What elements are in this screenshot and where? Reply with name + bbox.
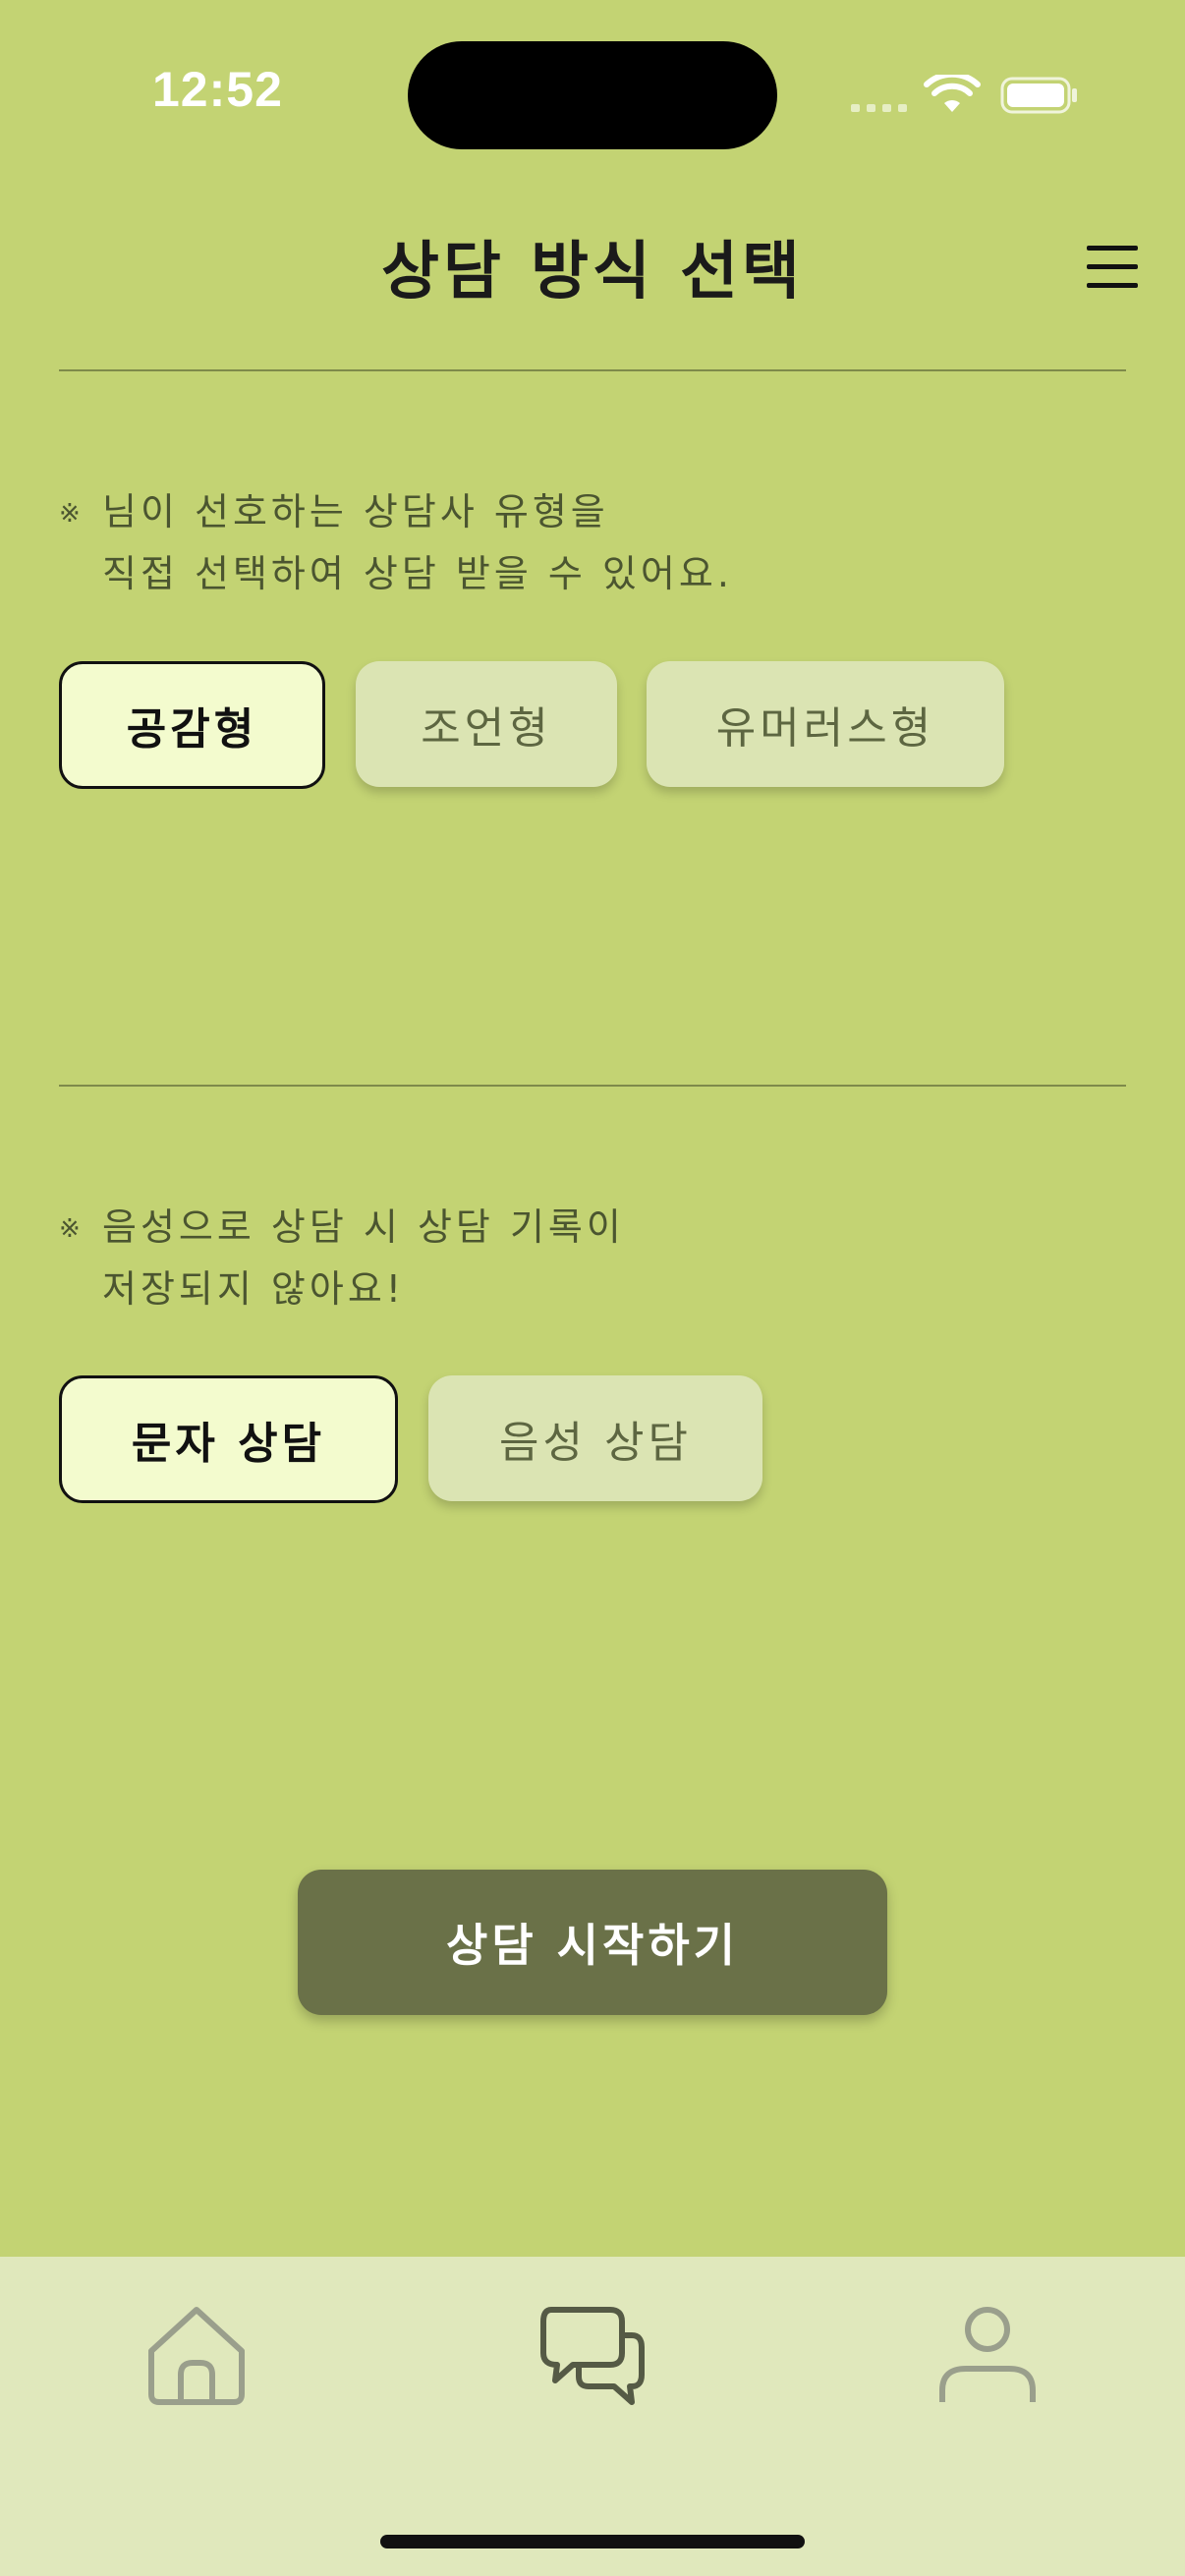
option-label: 음성 상담 (499, 1418, 692, 1468)
counselor-type-note: ※ 님이 선호하는 상담사 유형을 직접 선택하여 상담 받을 수 있어요. (59, 482, 733, 604)
note-line: 님이 선호하는 상담사 유형을 (102, 490, 609, 533)
profile-icon[interactable] (929, 2296, 1046, 2414)
note-line: 직접 선택하여 상담 받을 수 있어요. (102, 552, 733, 595)
option-humorous-button[interactable]: 유머러스형 (647, 661, 1004, 787)
counsel-mode-note: ※ 음성으로 상담 시 상담 기록이 저장되지 않아요! (59, 1198, 625, 1319)
option-label: 조언형 (421, 703, 552, 754)
start-counsel-button[interactable]: 상담 시작하기 (298, 1870, 887, 2015)
cellular-signal-icon (851, 104, 908, 112)
divider (59, 1085, 1126, 1087)
status-time: 12:52 (152, 62, 283, 117)
note-mark: ※ (59, 1214, 85, 1244)
note-line: 음성으로 상담 시 상담 기록이 (102, 1205, 625, 1249)
battery-icon (1000, 77, 1077, 114)
divider (59, 369, 1126, 371)
option-label: 문자 상담 (131, 1419, 326, 1469)
home-icon[interactable] (138, 2296, 255, 2414)
hamburger-menu-icon[interactable] (1085, 246, 1140, 289)
chat-bubbles-icon[interactable] (534, 2296, 651, 2414)
wifi-icon (924, 75, 981, 112)
option-label: 유머러스형 (715, 703, 935, 754)
page-title: 상담 방식 선택 (381, 236, 804, 308)
option-empathy-button[interactable]: 공감형 (59, 661, 325, 789)
dynamic-island (408, 41, 777, 149)
note-mark: ※ (59, 499, 85, 529)
tab-bar (0, 2257, 1185, 2576)
note-line: 저장되지 않아요! (102, 1267, 406, 1311)
voice-counsel-button[interactable]: 음성 상담 (428, 1375, 762, 1501)
option-advice-button[interactable]: 조언형 (356, 661, 617, 787)
home-indicator (380, 2535, 805, 2548)
start-counsel-label: 상담 시작하기 (446, 1919, 739, 1972)
text-counsel-button[interactable]: 문자 상담 (59, 1375, 398, 1503)
option-label: 공감형 (126, 704, 258, 755)
